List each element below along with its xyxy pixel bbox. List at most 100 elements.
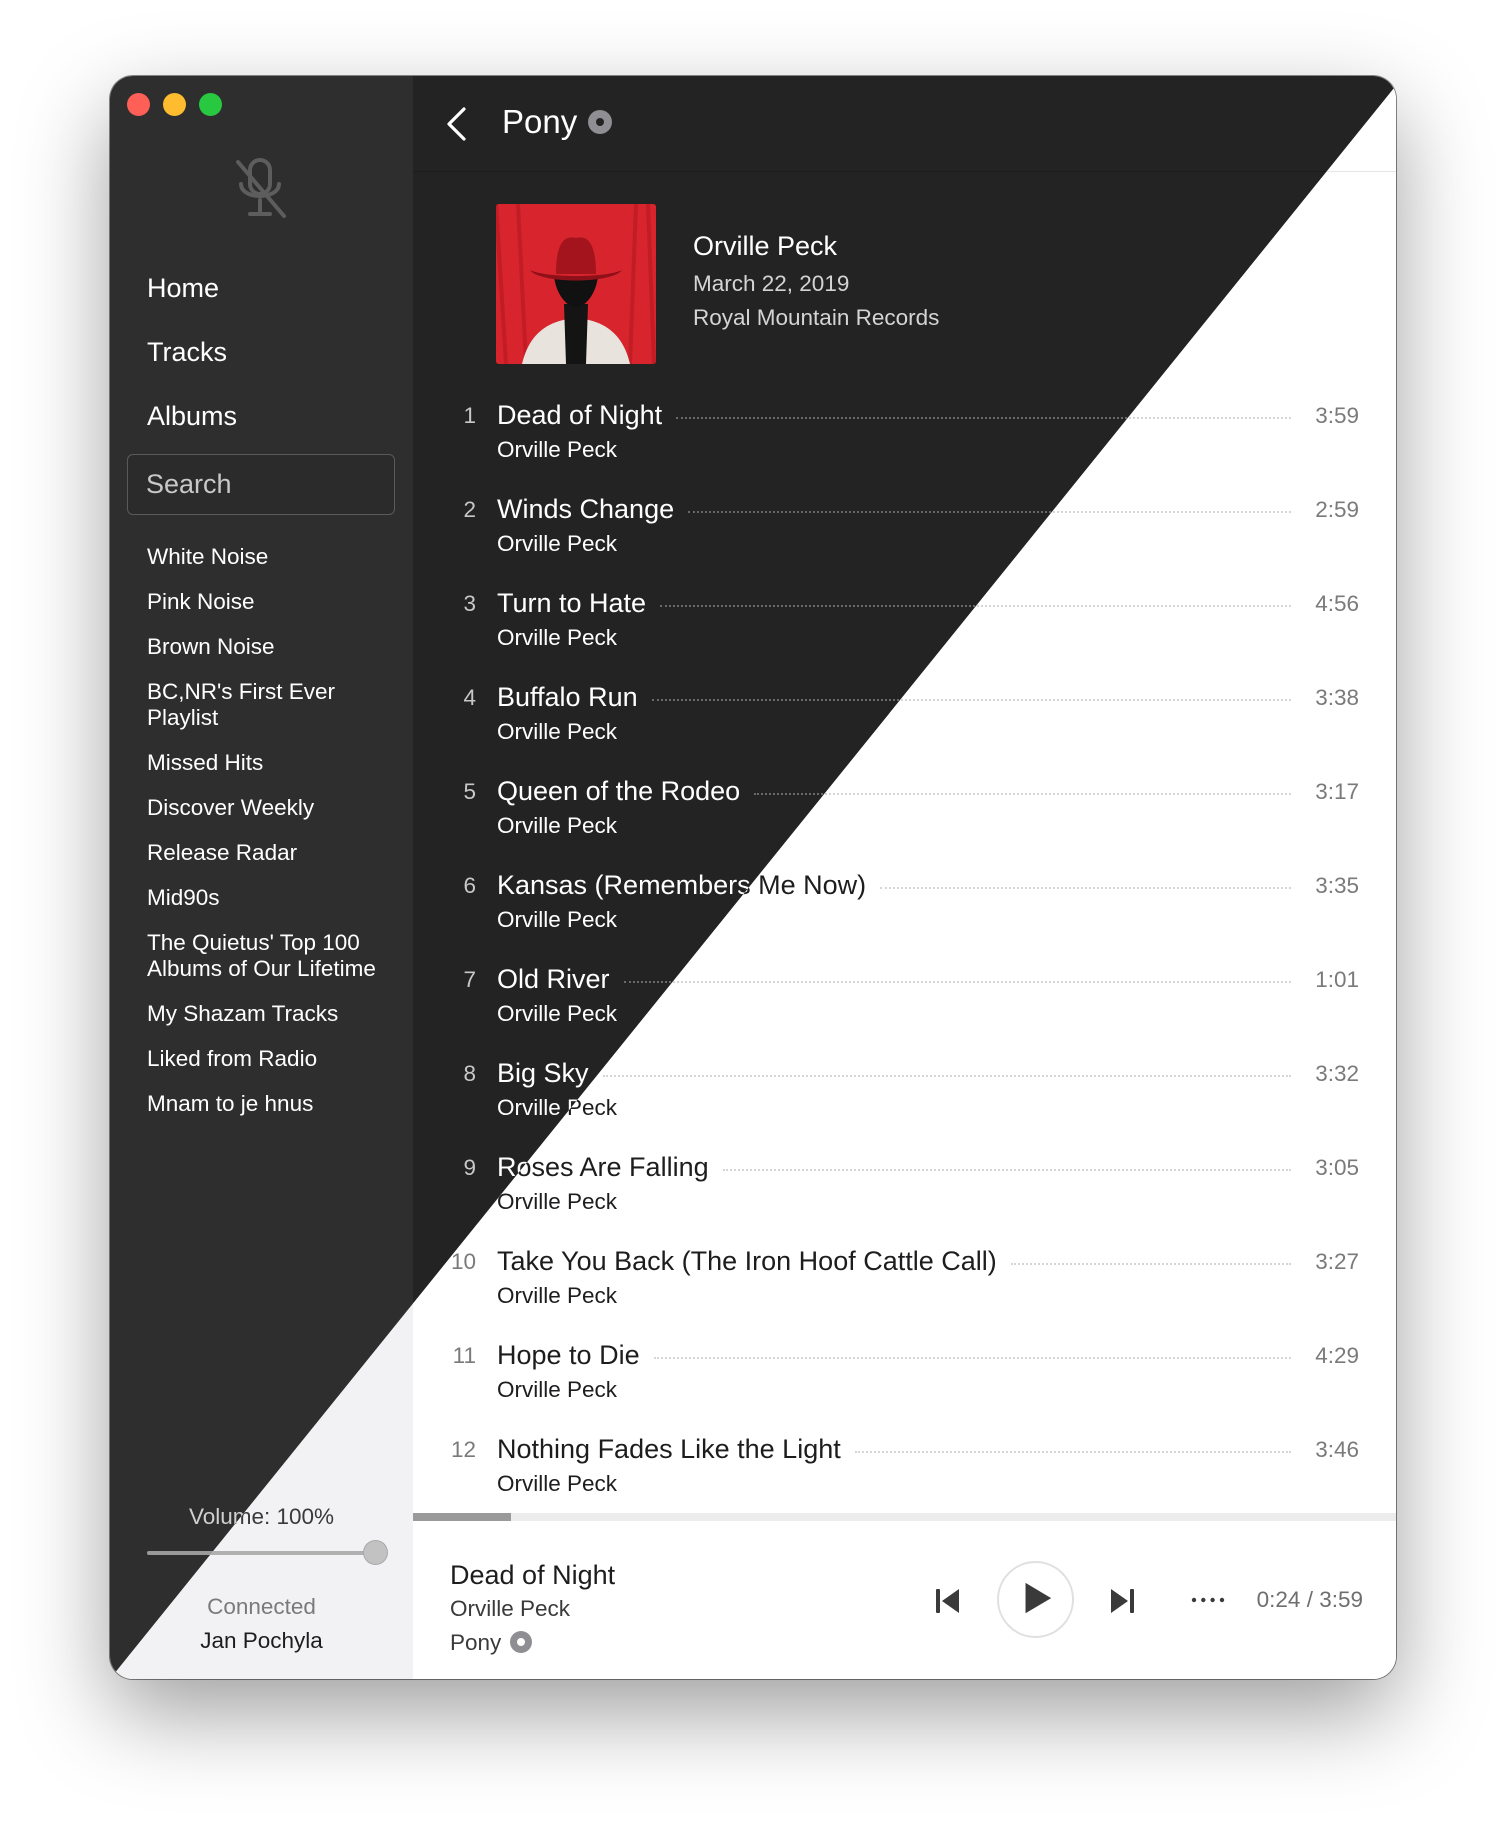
user-name: Jan Pochyla (200, 1628, 323, 1653)
track-row[interactable]: 10Take You Back (The Iron Hoof Cattle Ca… (413, 1236, 1396, 1330)
playlist-item[interactable]: Liked from Radio (147, 1046, 397, 1072)
track-duration: 3:35 (1315, 873, 1359, 898)
album-artist[interactable]: Orville Peck (693, 231, 837, 262)
track-row[interactable]: 12 Nothing Fades Like the Light Orville Pe… (413, 1424, 1396, 1518)
track-duration: 3:59 (1315, 403, 1359, 428)
track-title: Take You Back (The Iron Hoof Cattle Call… (497, 1246, 997, 1276)
track-number: 8 (463, 1061, 476, 1086)
playlist-item[interactable]: The Quietus' Top 100 Albums of Our Lifet… (147, 930, 397, 982)
playlist-item[interactable]: White Noise (147, 544, 397, 570)
app-window: Home Tracks Albums Search White Noise Pin… (110, 76, 1396, 1679)
track-duration: 2:59 (1315, 497, 1359, 522)
track-title: Big Sky (497, 1058, 589, 1088)
track-number: 7 (463, 967, 476, 992)
track-number: 5 (463, 779, 476, 804)
track-title: Winds Change (497, 494, 675, 524)
window-controls (127, 93, 222, 116)
nav-item-albums[interactable]: Albums (147, 384, 237, 448)
track-artist: Orville Peck (497, 531, 618, 556)
play-button[interactable] (997, 1561, 1074, 1638)
track-artist: Orville Peck (497, 437, 618, 462)
track-artist: Orville Peck (497, 813, 618, 838)
track-number: 2 (463, 497, 476, 522)
track-duration: 3:46 (1315, 1437, 1359, 1462)
track-number: 4 (463, 685, 476, 710)
more-dots-icon[interactable] (1191, 1588, 1225, 1612)
microphone-slash-icon[interactable] (230, 156, 290, 222)
track-leader-dots (654, 1357, 1291, 1359)
track-title: Buffalo Run (497, 682, 638, 712)
main-nav: Home Tracks Albums (147, 256, 237, 448)
now-playing-album-text: Pony (450, 1630, 502, 1655)
track-row[interactable]: 11 Hope to Die Orville Peck 4:29 (413, 1330, 1396, 1424)
track-artist: Orville Peck (497, 625, 618, 650)
track-duration: 3:27 (1315, 1249, 1359, 1274)
now-playing-title: Dead of Night (450, 1560, 616, 1590)
play-icon (1025, 1582, 1052, 1614)
next-track-icon[interactable] (1109, 1587, 1135, 1615)
track-title: Nothing Fades Like the Light (497, 1434, 841, 1464)
playback-progress-bar[interactable] (413, 1513, 1396, 1521)
track-number: 1 (463, 403, 476, 428)
playlist-item[interactable]: Discover Weekly (147, 795, 397, 821)
chevron-left-icon[interactable] (444, 106, 470, 142)
release-date: March 22, 2019 (693, 271, 850, 296)
playlist-item[interactable]: Brown Noise (147, 634, 397, 660)
track-title: Dead of Night (497, 400, 663, 430)
track-duration: 4:56 (1315, 591, 1359, 616)
disc-icon (510, 1630, 533, 1653)
nav-item-home[interactable]: Home (147, 256, 237, 320)
search-field[interactable]: Search (127, 454, 395, 515)
track-title: Old River (497, 964, 610, 994)
track-artist: Orville Peck (497, 1377, 618, 1402)
track-number: 11 (452, 1343, 476, 1368)
track-leader-dots (855, 1451, 1291, 1453)
page-title: Pony (502, 98, 613, 146)
track-number: 12 (450, 1437, 476, 1462)
playlist-item[interactable]: Pink Noise (147, 589, 397, 615)
playlist-item[interactable]: My Shazam Tracks (147, 1001, 397, 1027)
track-title: Hope to Die (497, 1340, 640, 1370)
album-title-text: Pony (502, 103, 578, 140)
playlist-item[interactable]: Mnam to je hnus (147, 1091, 397, 1117)
track-leader-dots (754, 793, 1291, 795)
track-artist: Orville Peck (497, 1471, 618, 1496)
track-duration: 1:01 (1315, 967, 1359, 992)
playlist-item[interactable]: Missed Hits (147, 750, 397, 776)
album-header: Pony (413, 76, 1396, 172)
track-artist: Orville Peck (497, 1189, 618, 1214)
track-row[interactable]: 9Roses Are FallingOrville Peck3:05 (413, 1142, 1396, 1236)
track-number: 3 (463, 591, 476, 616)
track-number: 6 (463, 873, 476, 898)
playlist-item[interactable]: Mid90s (147, 885, 397, 911)
track-title: Queen of the Rodeo (497, 776, 741, 806)
record-label: Royal Mountain Records (693, 305, 940, 330)
volume-slider-knob[interactable] (364, 1541, 387, 1564)
previous-track-icon[interactable] (935, 1587, 961, 1615)
track-artist: Orville Peck (497, 907, 618, 932)
track-duration: 4:29 (1315, 1343, 1359, 1368)
maximize-window-button[interactable] (199, 93, 222, 116)
now-playing-album[interactable]: Pony (450, 1630, 533, 1656)
track-duration: 3:17 (1315, 779, 1359, 804)
track-duration: 3:38 (1315, 685, 1359, 710)
track-leader-dots (624, 981, 1291, 983)
track-leader-dots (1011, 1263, 1291, 1265)
track-leader-dots (880, 887, 1291, 889)
minimize-window-button[interactable] (163, 93, 186, 116)
track-artist: Orville Peck (497, 1283, 618, 1308)
track-duration: 3:05 (1315, 1155, 1359, 1180)
playlist-item[interactable]: Release Radar (147, 840, 397, 866)
track-title: Turn to Hate (497, 588, 647, 618)
playlist-list: White Noise Pink Noise Brown Noise BC,NR's … (147, 544, 397, 1136)
track-artist: Orville Peck (497, 1001, 618, 1026)
track-leader-dots (603, 1075, 1291, 1077)
nav-item-tracks[interactable]: Tracks (147, 320, 237, 384)
track-leader-dots (723, 1169, 1291, 1171)
album-cover (496, 204, 656, 364)
track-duration: 3:32 (1315, 1061, 1359, 1086)
playlist-item[interactable]: BC,NR's First Ever Playlist (147, 679, 397, 731)
close-window-button[interactable] (127, 93, 150, 116)
playback-time: 0:24 / 3:59 (1256, 1587, 1363, 1612)
now-playing-artist: Orville Peck (450, 1596, 571, 1621)
